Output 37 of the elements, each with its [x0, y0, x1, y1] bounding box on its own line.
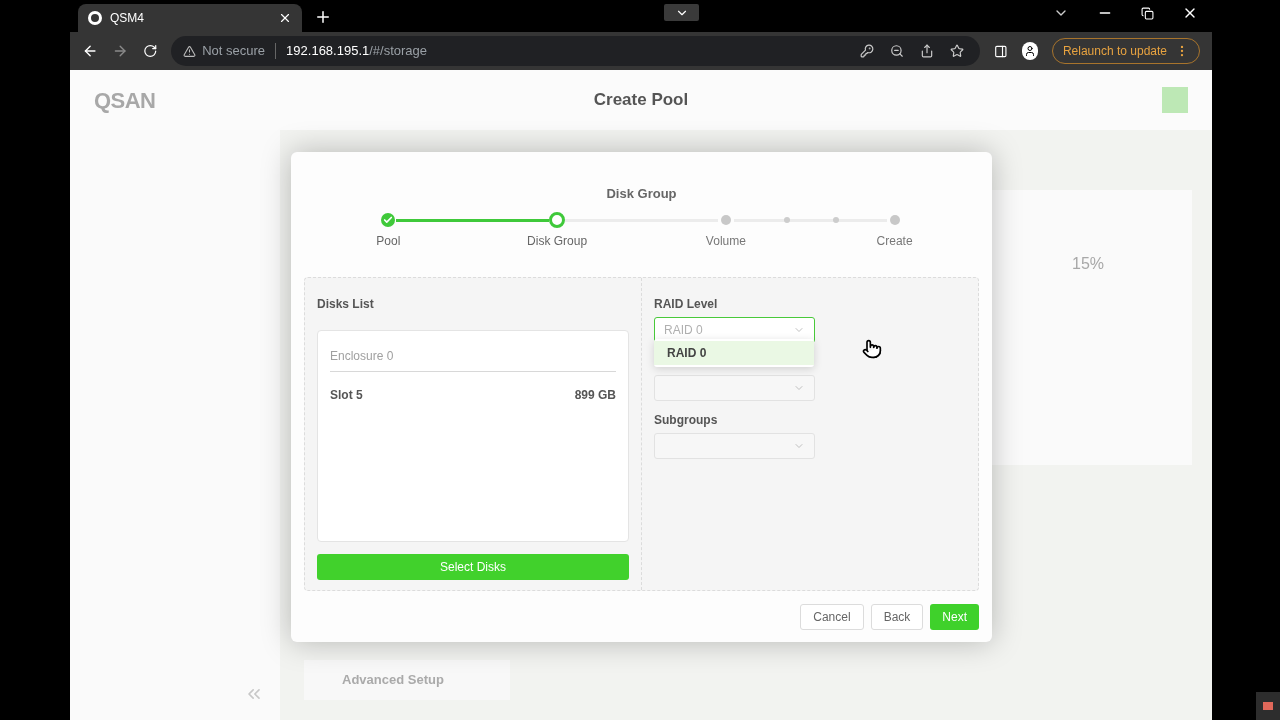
step-label: Volume: [705, 233, 746, 250]
side-panel-icon[interactable]: [993, 43, 1008, 59]
url-text: 192.168.195.1/#/storage: [286, 42, 428, 61]
page-title: Create Pool: [592, 89, 690, 112]
usage-value: 15%: [1072, 255, 1105, 272]
tab-title: QSM4: [110, 10, 145, 27]
hand-cursor-icon: [862, 339, 882, 359]
dropdown-option[interactable]: RAID 0: [654, 341, 814, 365]
tab-search-button[interactable]: [664, 4, 699, 21]
warning-icon: [183, 44, 197, 58]
logo: QSAN: [94, 86, 157, 115]
step-label: Disk Group: [527, 233, 588, 250]
field-label: RAID Level: [654, 296, 719, 309]
close-tab-icon[interactable]: [278, 11, 292, 25]
zoom-out-icon[interactable]: [889, 44, 904, 58]
step-label: Pool: [376, 233, 401, 250]
section-title: Disks List: [317, 296, 375, 313]
disk-row[interactable]: Slot 5 899 GB: [330, 372, 616, 404]
app-logo-icon: [88, 11, 102, 25]
security-label: Not secure: [202, 42, 266, 61]
secondary-button[interactable]: Back: [870, 604, 924, 630]
address-bar[interactable]: Not secure 192.168.195.1/#/storage: [171, 36, 980, 66]
star-icon[interactable]: [949, 44, 964, 58]
profile-icon[interactable]: [1021, 42, 1038, 60]
enclosure-label: Enclosure 0: [330, 349, 394, 363]
field-label: Subgroups: [654, 412, 719, 425]
step-label: Create: [876, 233, 913, 250]
key-icon[interactable]: [859, 44, 874, 58]
reload-icon[interactable]: [142, 43, 158, 59]
select-field[interactable]: [654, 375, 815, 401]
share-icon[interactable]: [919, 44, 934, 58]
secondary-button[interactable]: Cancel: [800, 604, 864, 630]
new-tab-icon[interactable]: [314, 8, 332, 26]
dialog-heading: Disk Group: [606, 184, 677, 203]
restore-icon[interactable]: [1141, 6, 1154, 20]
select-field[interactable]: [654, 433, 815, 459]
browser-tab[interactable]: QSM4: [78, 4, 302, 32]
